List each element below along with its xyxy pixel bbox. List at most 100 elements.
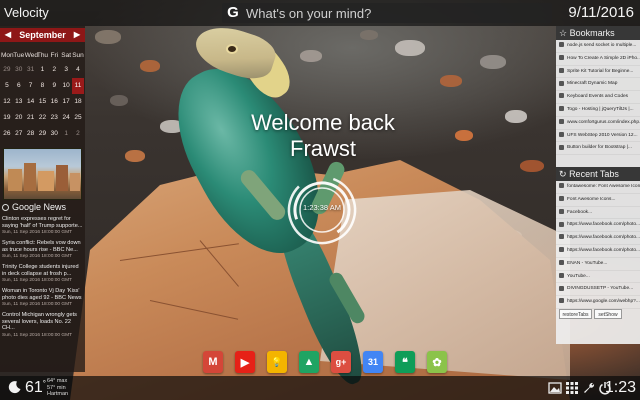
bookmark-item[interactable]: How To Create A Simple 2D iPho... (556, 53, 640, 66)
panel-buttons: restoreTabs setShow (556, 309, 640, 323)
calendar-app-icon[interactable]: 31 (363, 351, 383, 373)
bookmark-item[interactable]: Minecraft Dynamic Map (556, 78, 640, 92)
bookmark-item[interactable]: Button builder for Bootstrap |... (556, 142, 640, 156)
calendar-day[interactable]: 7 (25, 78, 37, 94)
drive-app-icon[interactable]: ▲ (299, 351, 319, 373)
extra-app-icon[interactable]: ✿ (427, 351, 447, 373)
calendar-day[interactable]: 20 (13, 110, 25, 126)
news-item[interactable]: Syria conflict: Rebels vow down as truce… (2, 240, 84, 259)
hangouts-app-icon[interactable]: ❝ (395, 351, 415, 373)
news-item[interactable]: Clinton expresses regret for saying 'hal… (2, 216, 84, 235)
recent-tab-item[interactable]: Font Awesome Icons... (556, 194, 640, 207)
calendar-day[interactable]: 26 (1, 126, 13, 142)
calendar-day[interactable]: 17 (60, 94, 72, 110)
calendar-day[interactable]: 13 (13, 94, 25, 110)
recent-tab-item[interactable]: https://www.google.com/webhp?... (556, 296, 640, 309)
calendar-day[interactable]: 18 (72, 94, 84, 110)
favicon-icon (559, 42, 564, 48)
recent-tab-item[interactable]: fontawesome: Font Awesome Icon... (556, 181, 640, 194)
calendar-weekday-row: Mon Tue Wed Thu Fri Sat Sun (1, 50, 84, 62)
app-title: Velocity (4, 5, 49, 20)
news-headline[interactable]: Syria conflict: Rebels vow down as truce… (2, 240, 84, 253)
calendar-prev-button[interactable]: ◀ (2, 28, 14, 42)
calendar-next-button[interactable]: ▶ (71, 28, 83, 42)
calendar-day[interactable]: 3 (60, 62, 72, 78)
news-item[interactable]: Control Michigan wrongly gets several lo… (2, 312, 84, 338)
calendar-day[interactable]: 2 (72, 126, 84, 142)
calendar-day[interactable]: 24 (60, 110, 72, 126)
calendar-day[interactable]: 29 (37, 126, 49, 142)
calendar-day[interactable]: 12 (1, 94, 13, 110)
calendar-day[interactable]: 16 (48, 94, 60, 110)
bottom-bar: 61° 64° max 57° min Hartman 1:23 (0, 376, 640, 400)
calendar-day[interactable]: 8 (37, 78, 49, 94)
calendar-day[interactable]: 5 (1, 78, 13, 94)
recent-tab-item[interactable]: https://www.facebook.com/photo... (556, 245, 640, 258)
bookmark-item-label: How To Create A Simple 2D iPho... (567, 55, 640, 61)
news-headline[interactable]: Clinton expresses regret for saying 'hal… (2, 216, 84, 229)
keep-app-icon[interactable]: 💡 (267, 351, 287, 373)
news-headline[interactable]: Trinity College students injured in deck… (2, 264, 84, 277)
degree-symbol: ° (42, 379, 46, 388)
calendar-day[interactable]: 1 (60, 126, 72, 142)
bookmark-item[interactable]: www.comfortgurus.com/index.php... (556, 117, 640, 130)
calendar-day[interactable]: 19 (1, 110, 13, 126)
set-show-button[interactable]: setShow (594, 309, 622, 319)
favicon-icon (559, 234, 564, 240)
calendar-day[interactable]: 29 (1, 62, 13, 78)
calendar-day[interactable]: 30 (13, 62, 25, 78)
bookmark-item[interactable]: Keyboard Events and Codes (556, 91, 640, 104)
calendar-day[interactable]: 4 (72, 62, 84, 78)
restore-tabs-button[interactable]: restoreTabs (559, 309, 592, 319)
photo-building (56, 165, 68, 191)
calendar-month: September (19, 30, 66, 40)
calendar-day[interactable]: 14 (25, 94, 37, 110)
calendar-day[interactable]: 31 (25, 62, 37, 78)
calendar-day[interactable]: 15 (37, 94, 49, 110)
grid-icon[interactable] (565, 381, 579, 395)
search-input[interactable] (246, 4, 546, 22)
bookmark-item[interactable]: UFS WebStep 2010 Version 12... (556, 130, 640, 143)
wrench-icon[interactable] (582, 381, 596, 395)
calendar-day[interactable]: 2 (48, 62, 60, 78)
photo-widget[interactable] (3, 148, 82, 200)
recent-tab-item[interactable]: YouTube... (556, 271, 640, 284)
recent-tab-item[interactable]: DIVINGDUSSETP - YouTube... (556, 283, 640, 297)
recent-tab-item[interactable]: ENAN - YouTube... (556, 258, 640, 271)
gmail-app-icon[interactable]: M (203, 351, 223, 373)
bookmark-item[interactable]: node.js send socket io multiple... (556, 40, 640, 53)
news-item[interactable]: Trinity College students injured in deck… (2, 264, 84, 283)
recent-tabs-list: fontawesome: Font Awesome Icon... Font Aw… (556, 181, 640, 309)
image-icon[interactable] (548, 381, 562, 395)
calendar-day[interactable]: 27 (13, 126, 25, 142)
recent-tab-item[interactable]: https://www.facebook.com/photo... (556, 219, 640, 233)
calendar-grid: Mon Tue Wed Thu Fri Sat Sun 29 30 31 1 2 3 4 5 6 7 8 9 10 11… (1, 50, 84, 142)
calendar-day[interactable]: 11 (72, 78, 84, 94)
search-bar[interactable]: G (222, 3, 552, 23)
history-icon: ↻ (559, 169, 567, 179)
recent-tab-item-label: fontawesome: Font Awesome Icon... (567, 184, 640, 189)
news-title-text: Google News (12, 202, 67, 212)
calendar-day[interactable]: 22 (37, 110, 49, 126)
calendar-day[interactable]: 28 (25, 126, 37, 142)
calendar-day[interactable]: 1 (37, 62, 49, 78)
calendar-day[interactable]: 25 (72, 110, 84, 126)
youtube-app-icon[interactable]: ▶ (235, 351, 255, 373)
calendar-day[interactable]: 9 (48, 78, 60, 94)
favicon-icon (559, 221, 564, 227)
bookmark-item[interactable]: Togo - Hosting | jQueryTiltJs |... (556, 104, 640, 117)
recent-tab-item[interactable]: https://www.facebook.com/photo... (556, 232, 640, 245)
calendar-day[interactable]: 23 (48, 110, 60, 126)
calendar-day[interactable]: 6 (13, 78, 25, 94)
bookmark-item[interactable]: Sprite Kit Tutorial for Beginne... (556, 66, 640, 79)
google-plus-app-icon[interactable]: g+ (331, 351, 351, 373)
weather-location: Hartman (47, 391, 69, 398)
recent-tab-item[interactable]: Facebook... (556, 207, 640, 220)
news-headline[interactable]: Control Michigan wrongly gets several lo… (2, 312, 84, 332)
calendar-day[interactable]: 30 (48, 126, 60, 142)
calendar-day[interactable]: 21 (25, 110, 37, 126)
calendar-day[interactable]: 10 (60, 78, 72, 94)
news-headline[interactable]: Woman in Toronto Vj Day 'Kiss' photo die… (2, 288, 84, 301)
news-item[interactable]: Woman in Toronto Vj Day 'Kiss' photo die… (2, 288, 84, 307)
bookmarks-header: ☆ Bookmarks (556, 26, 640, 40)
